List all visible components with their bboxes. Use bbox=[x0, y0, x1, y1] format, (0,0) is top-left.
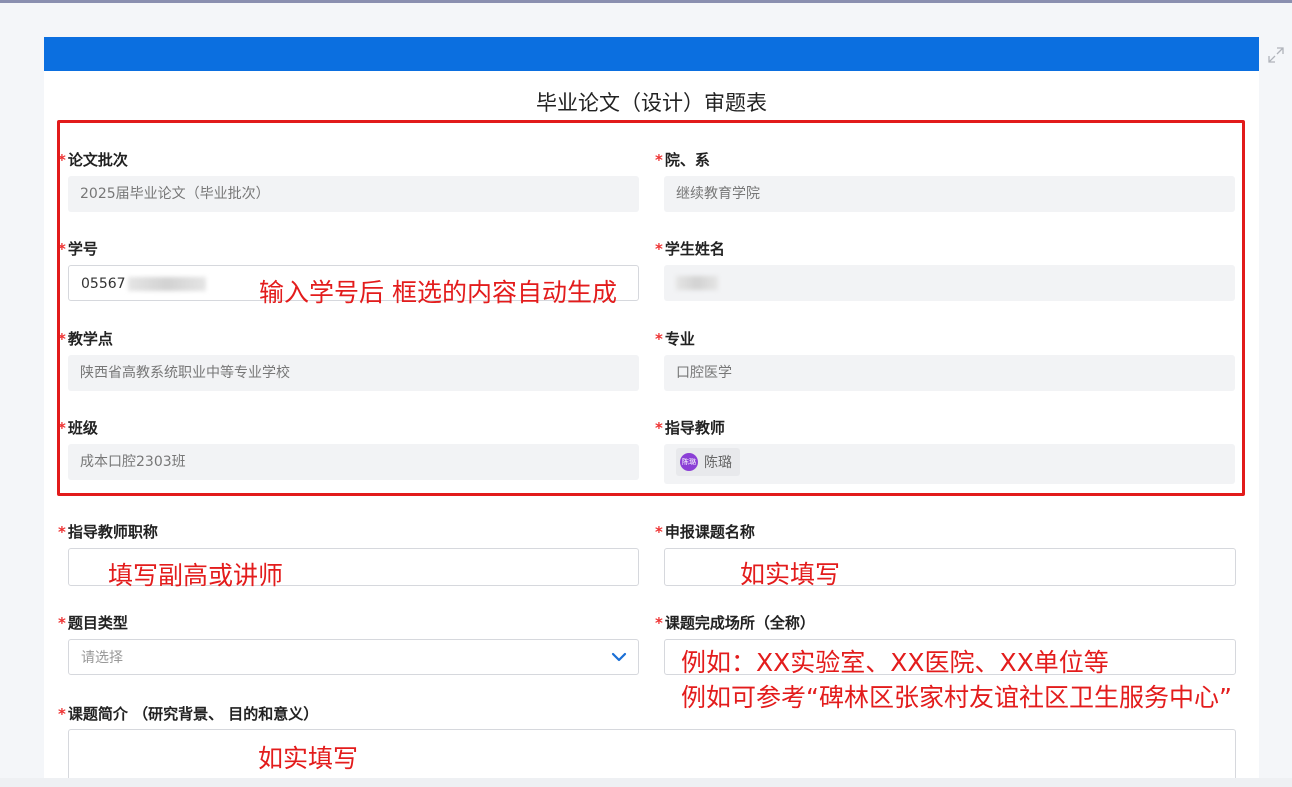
auto-fill-annotation: 输入学号后 框选的内容自动生成 bbox=[259, 278, 617, 307]
venue-annotation-2: 例如可参考“碑林区张家村友谊社区卫生服务中心” bbox=[681, 683, 1232, 712]
topic-type-label: * 题目类型 bbox=[58, 614, 128, 632]
bottom-edge bbox=[0, 778, 1292, 787]
topic-type-select[interactable]: 请选择 bbox=[68, 639, 639, 675]
page-title: 毕业论文（设计）审题表 bbox=[536, 91, 767, 115]
advisor-title-label: * 指导教师职称 bbox=[58, 523, 158, 541]
topic-name-label: * 申报课题名称 bbox=[655, 523, 755, 541]
summary-label: * 课题简介 （研究背景、 目的和意义） bbox=[58, 705, 319, 723]
venue-label: * 课题完成场所（全称） bbox=[655, 614, 815, 632]
auto-fill-highlight-frame bbox=[57, 120, 1245, 496]
topic-type-placeholder: 请选择 bbox=[81, 650, 123, 666]
expand-icon[interactable] bbox=[1266, 45, 1286, 65]
summary-annotation: 如实填写 bbox=[258, 744, 359, 773]
venue-annotation-1: 例如：XX实验室、XX医院、XX单位等 bbox=[681, 648, 1109, 677]
window-top-edge bbox=[0, 0, 1292, 3]
topic-name-annotation: 如实填写 bbox=[740, 560, 841, 589]
card-header-bar bbox=[44, 37, 1259, 71]
chevron-down-icon[interactable] bbox=[610, 648, 628, 666]
advisor-title-annotation: 填写副高或讲师 bbox=[108, 561, 284, 590]
